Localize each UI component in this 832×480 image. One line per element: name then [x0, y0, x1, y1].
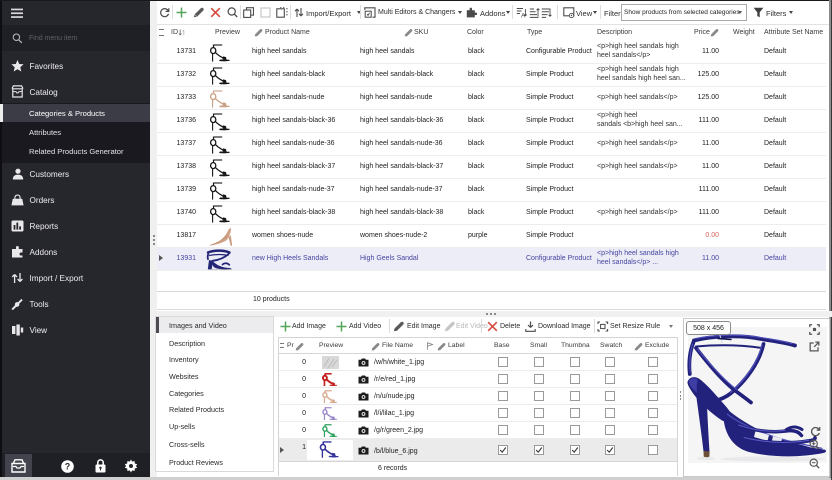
svg-text:?: ? — [65, 462, 71, 472]
